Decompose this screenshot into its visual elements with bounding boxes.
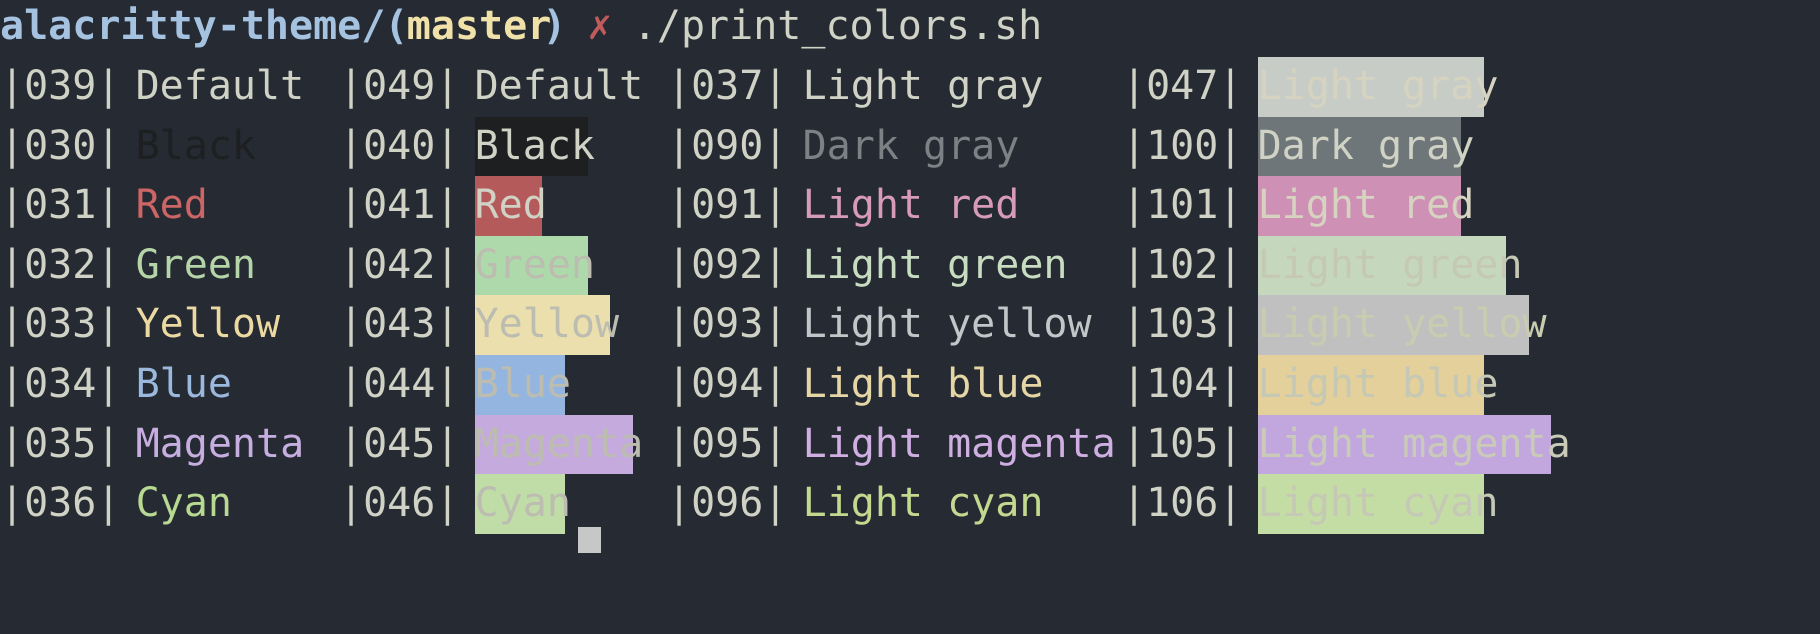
color-swatch-label: Light blue xyxy=(802,361,1044,407)
color-code: |100| xyxy=(1122,122,1243,169)
color-code: |046| xyxy=(339,480,460,527)
color-code: |041| xyxy=(339,182,460,229)
color-code: |031| xyxy=(0,182,121,229)
color-code: |106| xyxy=(1122,480,1243,527)
color-code: |033| xyxy=(0,301,121,348)
color-code: |036| xyxy=(0,480,121,527)
color-swatch-label: Light magenta xyxy=(1257,414,1571,475)
color-swatch-label: Magenta xyxy=(474,414,643,475)
color-swatch-label: Light green xyxy=(1257,235,1523,296)
color-swatch-label: Red xyxy=(135,182,208,229)
color-code: |104| xyxy=(1122,361,1243,407)
color-swatch-label: Cyan xyxy=(474,474,571,534)
color-swatch-label: Dark gray xyxy=(802,122,1020,169)
color-code: |030| xyxy=(0,122,121,169)
color-swatch-label: Light red xyxy=(802,182,1020,229)
color-swatch-label: Light gray xyxy=(802,63,1044,109)
color-code: |102| xyxy=(1122,241,1243,288)
color-swatch-label: Red xyxy=(474,176,547,236)
color-swatch-label: Light red xyxy=(1257,176,1474,236)
color-swatch-label: Magenta xyxy=(135,420,305,467)
prompt-space-1 xyxy=(362,0,386,57)
color-code: |105| xyxy=(1122,420,1243,467)
color-swatch-label: Black xyxy=(135,122,257,169)
color-swatch-label: Light green xyxy=(802,241,1068,288)
color-code: |047| xyxy=(1122,63,1243,109)
terminal-cursor xyxy=(578,527,601,553)
color-code: |095| xyxy=(667,420,788,467)
color-code: |040| xyxy=(339,122,460,169)
color-code: |045| xyxy=(339,420,460,467)
color-code: |090| xyxy=(667,122,788,169)
color-code: |096| xyxy=(667,480,788,527)
prompt-line: alacritty-theme/ (master) ✗ ./print_colo… xyxy=(0,0,1820,57)
color-code: |034| xyxy=(0,361,121,407)
color-code: |043| xyxy=(339,301,460,348)
color-swatch-label: Blue xyxy=(135,361,232,407)
color-swatch-label: Yellow xyxy=(474,295,619,355)
prompt-paren-open: ( xyxy=(384,3,409,49)
color-code: |093| xyxy=(667,301,788,348)
prompt-space-3 xyxy=(610,0,634,57)
prompt-path: alacritty-theme/ xyxy=(0,3,386,49)
prompt-space-2 xyxy=(565,0,589,57)
color-swatch-label: Green xyxy=(135,241,257,288)
color-swatch-label: Light yellow xyxy=(1257,295,1547,355)
color-swatch-label: Green xyxy=(474,235,595,296)
color-code: |037| xyxy=(667,63,788,109)
color-swatch-label: Light magenta xyxy=(802,420,1116,467)
color-swatch-label: Blue xyxy=(474,355,571,415)
color-code: |035| xyxy=(0,420,121,467)
prompt-paren-close: ) xyxy=(542,3,567,49)
color-swatch-label: Black xyxy=(474,116,595,177)
prompt-status-icon: ✗ xyxy=(587,3,612,49)
color-code: |039| xyxy=(0,63,121,109)
color-code: |042| xyxy=(339,241,460,288)
color-code: |032| xyxy=(0,241,121,288)
color-swatch-label: Dark gray xyxy=(1257,116,1474,177)
color-swatch-label: Light cyan xyxy=(1257,474,1498,534)
color-code: |101| xyxy=(1122,182,1243,229)
color-swatch-label: Yellow xyxy=(135,301,281,348)
color-swatch-label: Light cyan xyxy=(802,480,1044,527)
color-code: |049| xyxy=(339,63,460,109)
color-code: |091| xyxy=(667,182,788,229)
color-swatch-label: Light blue xyxy=(1257,355,1498,415)
color-code: |094| xyxy=(667,361,788,407)
color-swatch-label: Light gray xyxy=(1257,57,1498,117)
terminal-window[interactable]: alacritty-theme/ (master) ✗ ./print_colo… xyxy=(0,0,1820,634)
color-swatch-label: Default xyxy=(474,63,644,109)
prompt-command: ./print_colors.sh xyxy=(632,3,1043,49)
color-code: |044| xyxy=(339,361,460,407)
color-code: |092| xyxy=(667,241,788,288)
color-swatch-label: Default xyxy=(135,63,305,109)
color-swatch-label: Cyan xyxy=(135,480,232,527)
color-code: |103| xyxy=(1122,301,1243,348)
prompt-branch: master xyxy=(406,3,552,49)
color-swatch-label: Light yellow xyxy=(802,301,1092,348)
